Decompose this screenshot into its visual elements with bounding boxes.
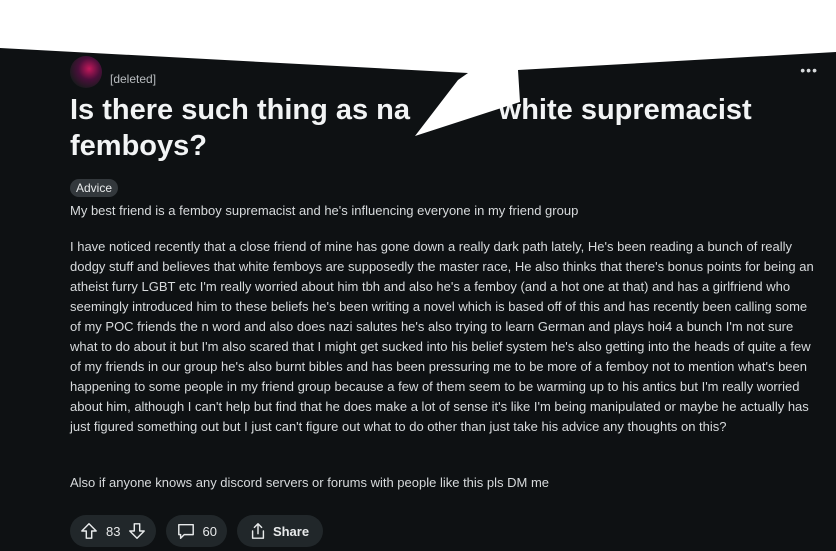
vote-count: 83 xyxy=(106,523,121,539)
share-label: Share xyxy=(272,523,310,539)
author-name[interactable]: [deleted] xyxy=(110,72,156,86)
post-body-paragraph: My best friend is a femboy supremacist a… xyxy=(70,203,579,218)
post-page: [deleted] ••• Is there such thing as na … xyxy=(0,0,836,551)
post-body-paragraph: Also if anyone knows any discord servers… xyxy=(70,475,550,490)
flair-badge[interactable]: Advice xyxy=(70,179,119,197)
more-options-button[interactable]: ••• xyxy=(800,62,818,78)
share-icon xyxy=(249,522,267,540)
comment-count: 60 xyxy=(202,523,217,539)
share-button[interactable]: Share xyxy=(236,515,324,547)
downvote-arrow-icon[interactable] xyxy=(128,522,146,540)
post-header: [deleted] xyxy=(70,56,156,88)
post-title: Is there such thing as na white supremac… xyxy=(70,94,752,162)
action-bar: 83 60 Share xyxy=(70,515,324,547)
avatar[interactable] xyxy=(70,56,102,88)
vote-control: 83 xyxy=(70,515,157,547)
comment-bubble-icon xyxy=(176,522,196,540)
post-body-paragraph: I have noticed recently that a close fri… xyxy=(70,239,814,434)
comments-button[interactable]: 60 xyxy=(166,515,227,547)
upvote-arrow-icon[interactable] xyxy=(80,522,98,540)
